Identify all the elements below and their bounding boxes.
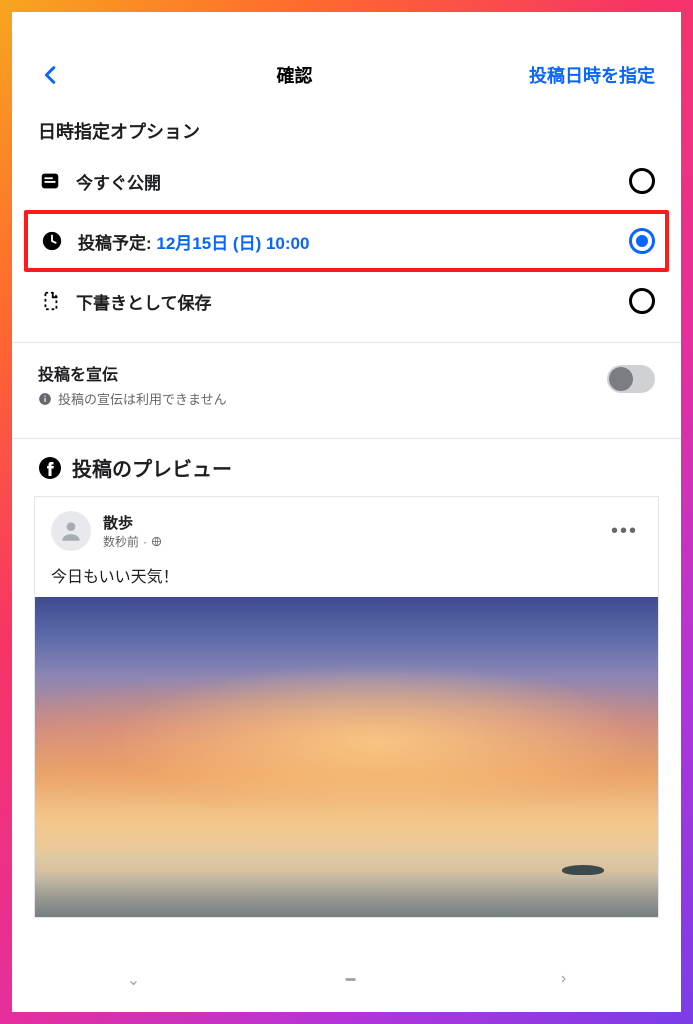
option-scheduled[interactable]: 投稿予定: 12月15日 (日) 10:00	[24, 210, 669, 272]
post-author: 散歩	[103, 512, 162, 533]
promote-note: 投稿の宣伝は利用できません	[38, 389, 593, 408]
schedule-section-title: 日時指定オプション	[12, 104, 681, 154]
radio-on[interactable]	[629, 228, 655, 254]
post-body: 今日もいい天気！	[35, 557, 658, 597]
schedule-action-button[interactable]: 投稿日時を指定	[529, 62, 663, 88]
note-icon	[38, 169, 62, 193]
globe-icon	[151, 536, 162, 547]
preview-section-title: 投稿のプレビュー	[12, 439, 681, 496]
info-icon	[38, 392, 52, 406]
post-meta: 数秒前·	[103, 533, 162, 550]
option-publish-now[interactable]: 今すぐ公開	[26, 154, 667, 208]
post-preview-card: 散歩 数秒前· ••• 今日もいい天気！	[34, 496, 659, 918]
radio-off[interactable]	[629, 168, 655, 194]
promote-title: 投稿を宣伝	[38, 361, 593, 385]
draft-icon	[38, 289, 62, 313]
post-more-button[interactable]: •••	[611, 520, 642, 543]
clock-icon	[40, 229, 64, 253]
page-title: 確認	[60, 62, 529, 88]
system-nav: ⌄━›	[24, 970, 669, 1000]
option-label: 投稿予定: 12月15日 (日) 10:00	[78, 229, 615, 254]
promote-row: 投稿を宣伝 投稿の宣伝は利用できません	[12, 343, 681, 424]
radio-off[interactable]	[629, 288, 655, 314]
post-image	[35, 597, 658, 917]
option-label: 今すぐ公開	[76, 169, 615, 194]
promote-toggle[interactable]	[607, 365, 655, 393]
option-label: 下書きとして保存	[76, 289, 615, 314]
option-save-draft[interactable]: 下書きとして保存	[26, 274, 667, 328]
chevron-left-icon	[40, 64, 62, 86]
facebook-icon	[38, 456, 62, 480]
avatar	[51, 511, 91, 551]
